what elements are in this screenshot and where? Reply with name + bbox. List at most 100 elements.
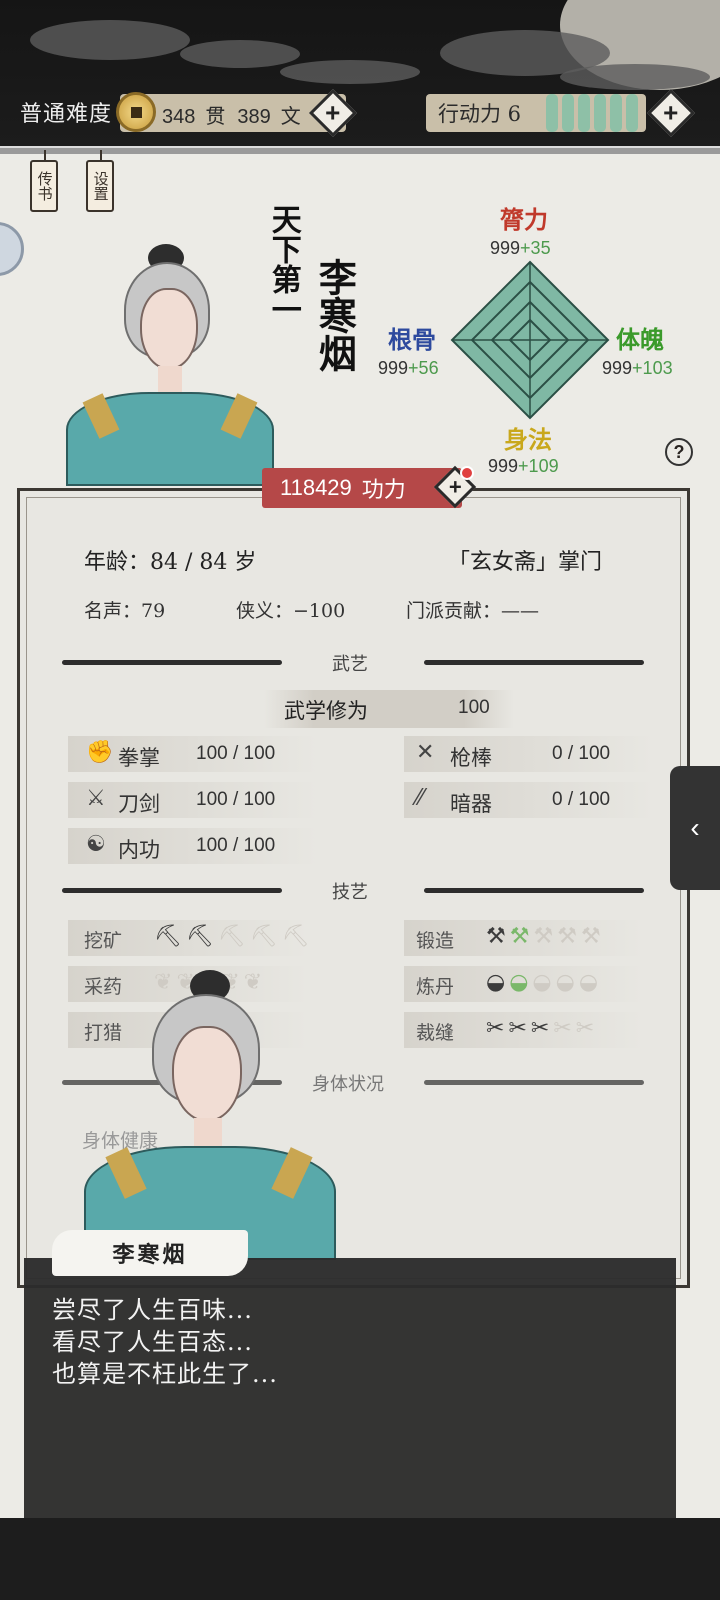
- pickaxe-icon: ⛏: [281, 924, 310, 949]
- money-guan: 348: [162, 106, 196, 128]
- craft-level-alchemy: ◒ ◒ ◒ ◒ ◒: [486, 970, 598, 995]
- attribute-diamond-chart: [450, 260, 610, 420]
- craft-name: 炼丹: [416, 976, 455, 998]
- craft-level-forging: ⚒ ⚒ ⚒ ⚒ ⚒: [486, 924, 601, 949]
- needle-icon: ✂: [508, 1016, 527, 1041]
- skill-value: 0 / 100: [552, 743, 611, 764]
- plus-icon: +: [448, 473, 462, 499]
- stat-agility-label: 身法: [504, 425, 552, 454]
- stat-physique-value: 999+103: [602, 358, 673, 379]
- cloud-decoration: [180, 40, 300, 68]
- skill-name: 内功: [118, 838, 160, 862]
- stat-bone-bonus: +56: [408, 358, 439, 378]
- speaker-name: 李寒烟: [52, 1230, 248, 1276]
- biography-tab[interactable]: 传书: [30, 150, 58, 212]
- power-value: 118429: [280, 475, 352, 500]
- pickaxe-icon: ⛏: [249, 924, 278, 949]
- inner-energy-icon: ☯: [86, 832, 106, 857]
- chivalry-text: 侠义：−100: [236, 600, 346, 622]
- character-title-text: 天下第一: [265, 204, 301, 324]
- bowl-icon: ◒: [532, 970, 552, 995]
- pickaxe-icon: ⛏: [217, 924, 246, 949]
- martial-section-title: 武艺: [332, 654, 368, 675]
- hidden-weapon-icon: ⁄⁄: [416, 786, 424, 811]
- power-banner: 118429 功力: [262, 468, 462, 508]
- age-text: 年龄：84 / 84 岁: [84, 550, 257, 575]
- plus-icon: +: [663, 98, 679, 128]
- stat-strength-value: 999+35: [490, 238, 551, 259]
- anvil-icon: ⚒: [533, 924, 554, 949]
- skill-value: 0 / 100: [552, 789, 611, 810]
- wen-unit: 文: [280, 104, 301, 128]
- energy-pip: [546, 94, 558, 132]
- stat-strength-base: 999: [490, 238, 521, 258]
- skill-name: 拳掌: [118, 746, 160, 770]
- help-icon[interactable]: ?: [665, 438, 693, 466]
- biography-tab-label: 传书: [35, 171, 54, 201]
- settings-tab[interactable]: 设置: [86, 150, 114, 212]
- action-points-meter: [546, 94, 638, 132]
- skill-name: 枪棒: [450, 746, 492, 770]
- stat-bone-value: 999+56: [378, 358, 439, 379]
- character-name: 李寒烟: [312, 258, 357, 379]
- dialogue-line: 也算是不枉此生了...: [52, 1360, 278, 1388]
- fame-text: 名声：79: [84, 600, 166, 622]
- section-divider: [62, 660, 282, 665]
- stat-agility-bonus: +109: [518, 456, 559, 476]
- bottom-shade: [0, 1518, 720, 1600]
- craft-level-tailoring: ✂ ✂ ✂ ✂ ✂: [486, 1016, 594, 1041]
- stat-strength-bonus: +35: [520, 238, 551, 258]
- anvil-icon: ⚒: [486, 924, 506, 949]
- pickaxe-icon: ⛏: [154, 924, 182, 949]
- crafts-section-title: 技艺: [332, 882, 368, 903]
- energy-pip: [626, 94, 638, 132]
- dialogue-line: 尝尽了人生百味...: [52, 1296, 253, 1324]
- cultivation-value: 100: [458, 697, 490, 718]
- needle-icon: ✂: [486, 1016, 505, 1041]
- craft-name: 裁缝: [416, 1022, 455, 1044]
- skill-name: 暗器: [450, 792, 492, 816]
- contribution-text: 门派贡献：——: [406, 600, 540, 622]
- anvil-icon: ⚒: [580, 924, 601, 949]
- energy-pip: [562, 94, 574, 132]
- bowl-icon: ◒: [578, 970, 599, 995]
- skill-value: 100 / 100: [196, 835, 276, 856]
- currency-text: 348 贯 389 文: [162, 100, 313, 129]
- difficulty-label[interactable]: 普通难度: [20, 96, 112, 128]
- bowl-icon: ◒: [486, 970, 506, 995]
- bowl-icon: ◒: [555, 970, 575, 995]
- coin-icon: [116, 92, 156, 132]
- cloud-decoration: [30, 20, 190, 60]
- craft-level-mining: ⛏ ⛏ ⛏ ⛏ ⛏: [154, 924, 310, 949]
- skill-value: 100 / 100: [196, 789, 276, 810]
- guan-unit: 贯: [205, 104, 226, 128]
- section-divider: [424, 660, 644, 665]
- character-title: 天下第一: [265, 204, 301, 331]
- action-points-label: 行动力 6: [438, 102, 522, 126]
- money-wen: 389: [237, 106, 271, 128]
- section-divider: [62, 888, 282, 893]
- craft-name: 挖矿: [84, 930, 123, 952]
- add-action-button[interactable]: +: [646, 88, 696, 138]
- divider: [0, 146, 720, 154]
- section-divider: [424, 1080, 644, 1085]
- stat-physique-bonus: +103: [632, 358, 673, 378]
- stat-strength-label: 膂力: [500, 205, 548, 234]
- bowl-icon: ◒: [509, 970, 529, 995]
- stat-bone-label: 根骨: [388, 325, 436, 354]
- skill-value: 100 / 100: [196, 743, 276, 764]
- skill-row-bg: [404, 736, 654, 772]
- spear-icon: ✕: [416, 740, 435, 765]
- craft-name: 锻造: [416, 930, 455, 952]
- dialogue-line: 看尽了人生百态...: [52, 1328, 253, 1356]
- plus-icon: +: [325, 98, 341, 128]
- chevron-left-icon[interactable]: ‹: [670, 766, 720, 890]
- skill-name: 刀剑: [118, 792, 160, 816]
- pickaxe-icon: ⛏: [185, 924, 214, 949]
- stat-agility-base: 999: [488, 456, 519, 476]
- character-portrait: [60, 230, 280, 486]
- anvil-icon: ⚒: [509, 924, 530, 949]
- stat-agility-value: 999+109: [488, 456, 559, 477]
- swords-icon: ⚔: [86, 786, 106, 811]
- dialogue-portrait: [80, 960, 340, 1260]
